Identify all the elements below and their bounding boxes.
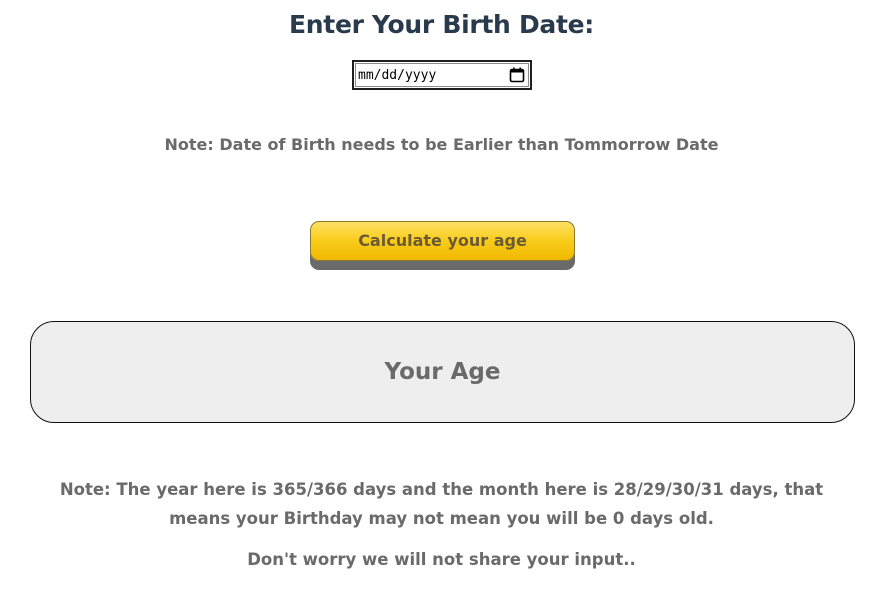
privacy-note: Don't worry we will not share your input… — [247, 550, 636, 569]
year-month-note: Note: The year here is 365/366 days and … — [59, 480, 824, 528]
birth-date-input[interactable] — [358, 67, 498, 83]
earlier-than-tomorrow-note: Note: Date of Birth needs to be Earlier … — [164, 135, 719, 154]
calendar-icon[interactable] — [508, 66, 526, 84]
age-result-box: Your Age — [30, 321, 855, 423]
page-title: Enter Your Birth Date: — [289, 10, 594, 39]
birth-date-field[interactable] — [352, 60, 532, 90]
age-result-text: Your Age — [384, 359, 501, 385]
calculate-age-button[interactable]: Calculate your age — [310, 221, 575, 261]
